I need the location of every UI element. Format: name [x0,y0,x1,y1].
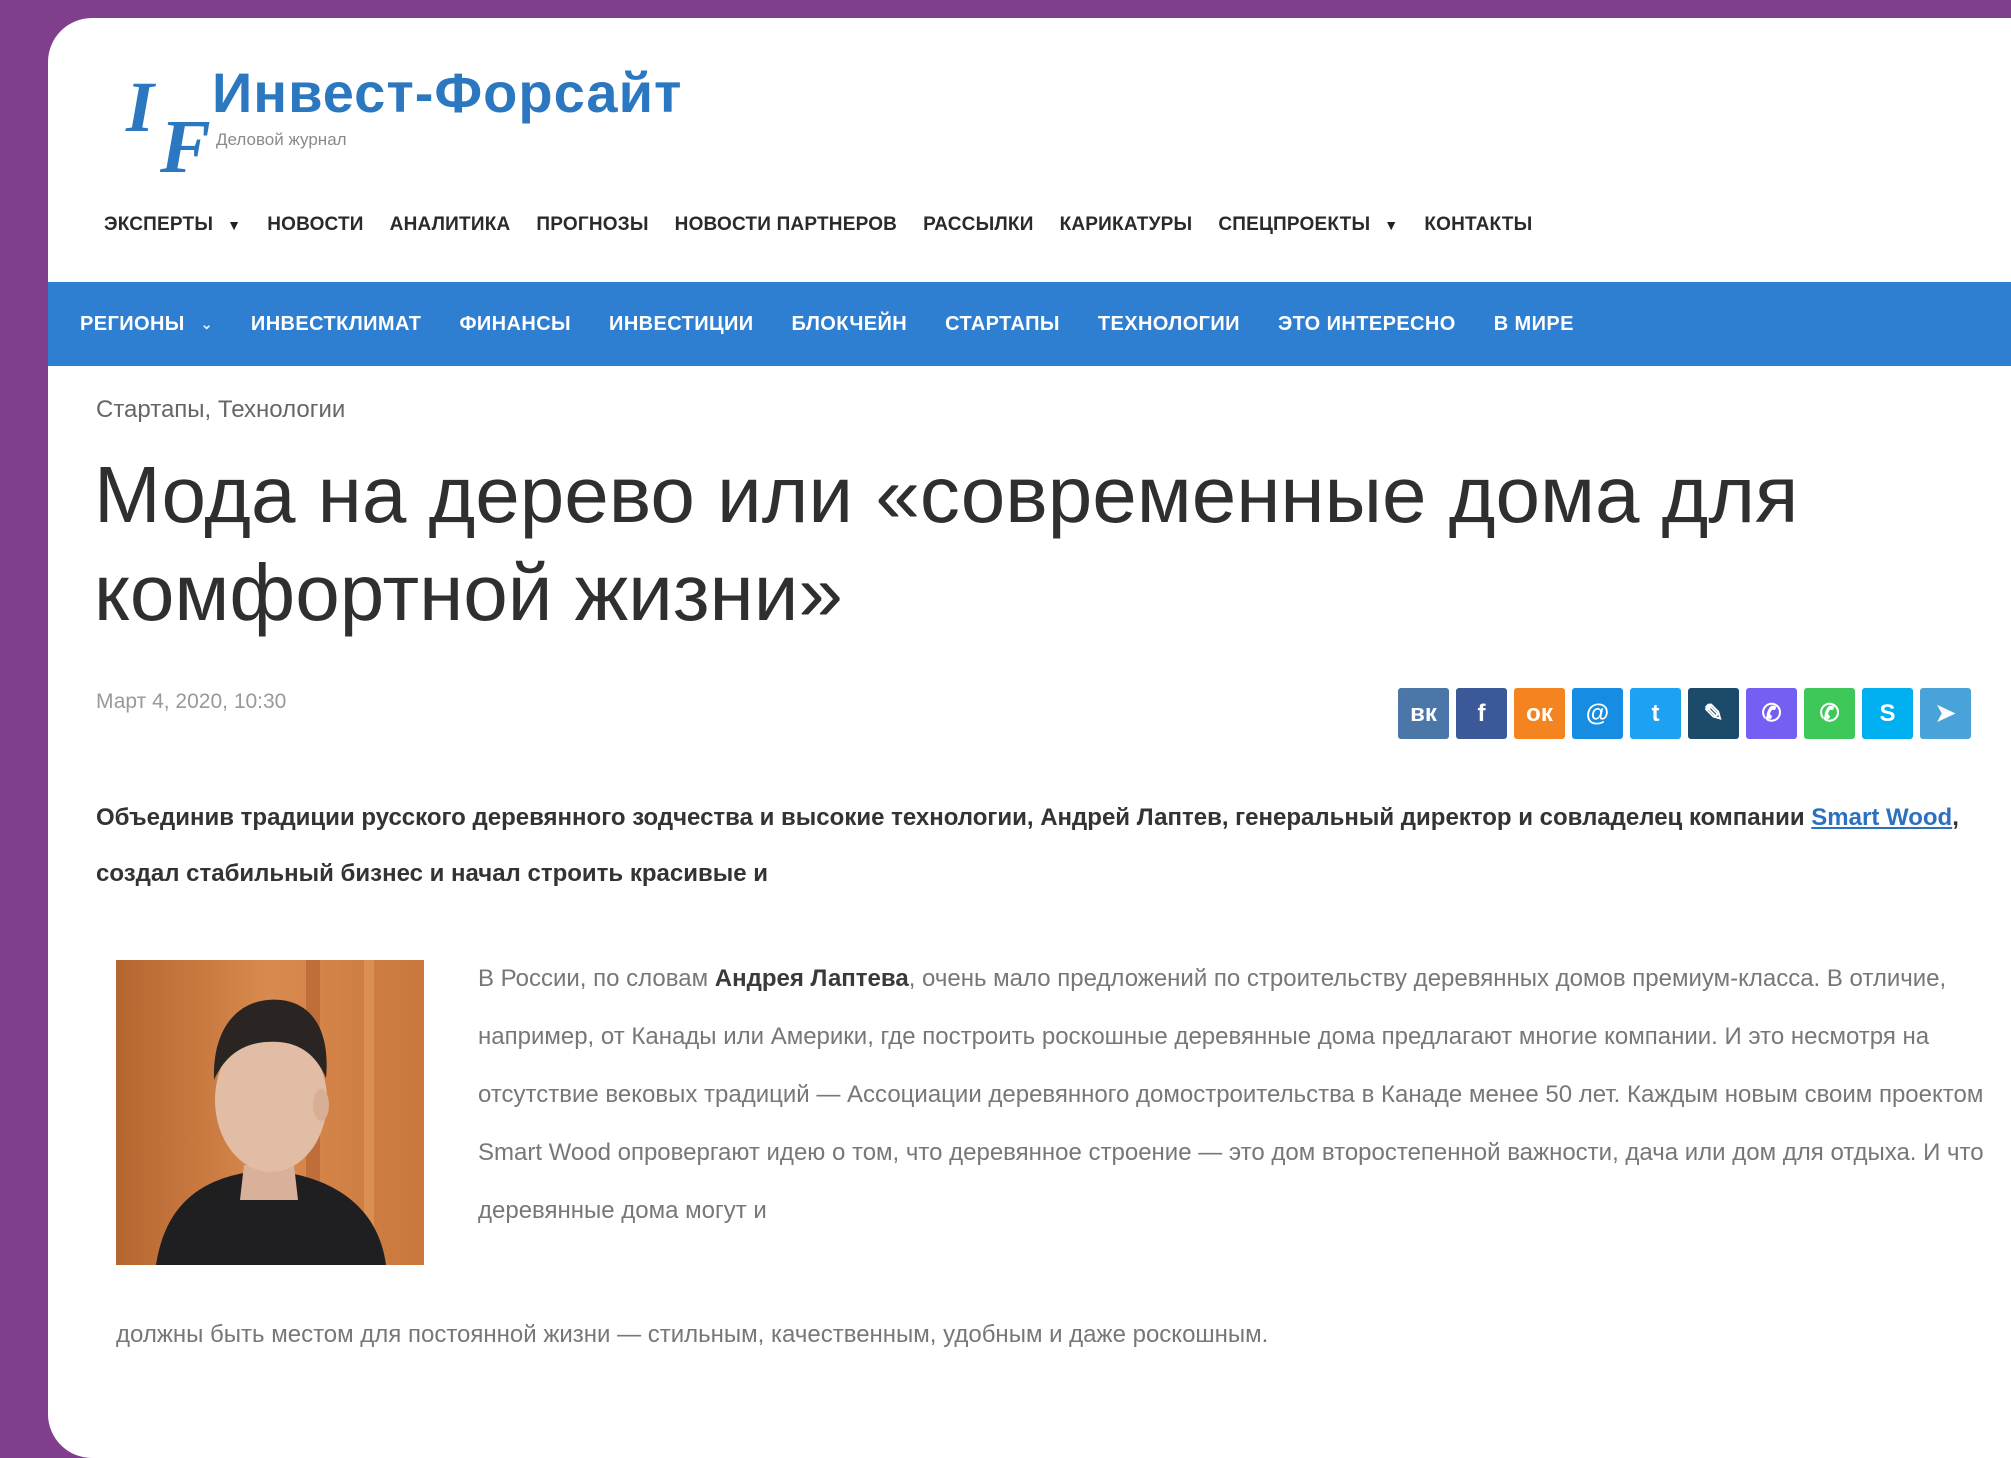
author-photo [116,960,424,1265]
category-nav-item[interactable]: СТАРТАПЫ [945,313,1060,336]
top-nav-item[interactable]: АНАЛИТИКА [390,214,511,236]
vk-icon[interactable]: вк [1398,688,1449,739]
caret-down-icon: ▼ [227,217,242,233]
category-navigation: РЕГИОНЫ ⌄ ИНВЕСТКЛИМАТ ФИНАНСЫ ИНВЕСТИЦИИ БЛО… [48,282,2011,366]
article-lead: Объединив традиции русского деревянного … [96,804,1959,887]
share-buttons: вк f ок @ t ✎ ✆ ✆ S ➤ [1398,688,1978,739]
viber-icon[interactable]: ✆ [1746,688,1797,739]
site-logo[interactable]: I F Инвест-Форсайт Деловой журнал [124,60,683,189]
top-nav-item[interactable]: КОНТАКТЫ [1424,214,1532,236]
article-date: Март 4, 2020, 10:30 [96,690,287,713]
category-nav-item[interactable]: ЭТО ИНТЕРЕСНО [1278,313,1456,336]
logo-subtitle: Деловой журнал [216,130,347,149]
category-nav-item[interactable]: БЛОКЧЕЙН [792,313,908,336]
top-nav-item[interactable]: НОВОСТИ [267,214,363,236]
logo-title: Инвест-Форсайт [212,61,683,124]
top-nav-item[interactable]: ЭКСПЕРТЫ ▼ [104,214,241,236]
page-card: I F Инвест-Форсайт Деловой журнал ЭКСПЕР… [48,18,2011,1458]
twitter-icon[interactable]: t [1630,688,1681,739]
top-nav-item[interactable]: ПРОГНОЗЫ [536,214,648,236]
smart-wood-link[interactable]: Smart Wood [1811,804,1952,831]
whatsapp-icon[interactable]: ✆ [1804,688,1855,739]
category-nav-item[interactable]: РЕГИОНЫ ⌄ [80,313,213,336]
livejournal-icon[interactable]: ✎ [1688,688,1739,739]
mail-icon[interactable]: @ [1572,688,1623,739]
article-body-continued: должны быть местом для постоянной жизни … [116,1321,1269,1348]
logo-mark-icon: I F [126,67,211,189]
category-nav-item[interactable]: ФИНАНСЫ [459,313,571,336]
facebook-icon[interactable]: f [1456,688,1507,739]
telegram-icon[interactable]: ➤ [1920,688,1971,739]
top-nav-item[interactable]: КАРИКАТУРЫ [1060,214,1193,236]
category-nav-item[interactable]: ТЕХНОЛОГИИ [1098,313,1240,336]
category-nav-item[interactable]: ИНВЕСТКЛИМАТ [251,313,422,336]
article-body: В России, по словам Андрея Лаптева, очен… [478,965,1984,1224]
skype-icon[interactable]: S [1862,688,1913,739]
odnoklassniki-icon[interactable]: ок [1514,688,1565,739]
top-nav-item[interactable]: СПЕЦПРОЕКТЫ ▼ [1218,214,1398,236]
caret-down-icon: ▼ [1384,217,1399,233]
article-title: Мода на дерево или «современные дома для… [94,450,1799,637]
top-navigation: ЭКСПЕРТЫ ▼ НОВОСТИ АНАЛИТИКА ПРОГНОЗЫ НОВОСТИ… [104,214,1558,236]
category-nav-item[interactable]: В МИРЕ [1494,313,1574,336]
category-nav-item[interactable]: ИНВЕСТИЦИИ [609,313,754,336]
chevron-down-icon: ⌄ [200,315,213,332]
top-nav-item[interactable]: РАССЫЛКИ [923,214,1033,236]
top-nav-item[interactable]: НОВОСТИ ПАРТНЕРОВ [675,214,897,236]
breadcrumb[interactable]: Стартапы, Технологии [96,396,345,424]
